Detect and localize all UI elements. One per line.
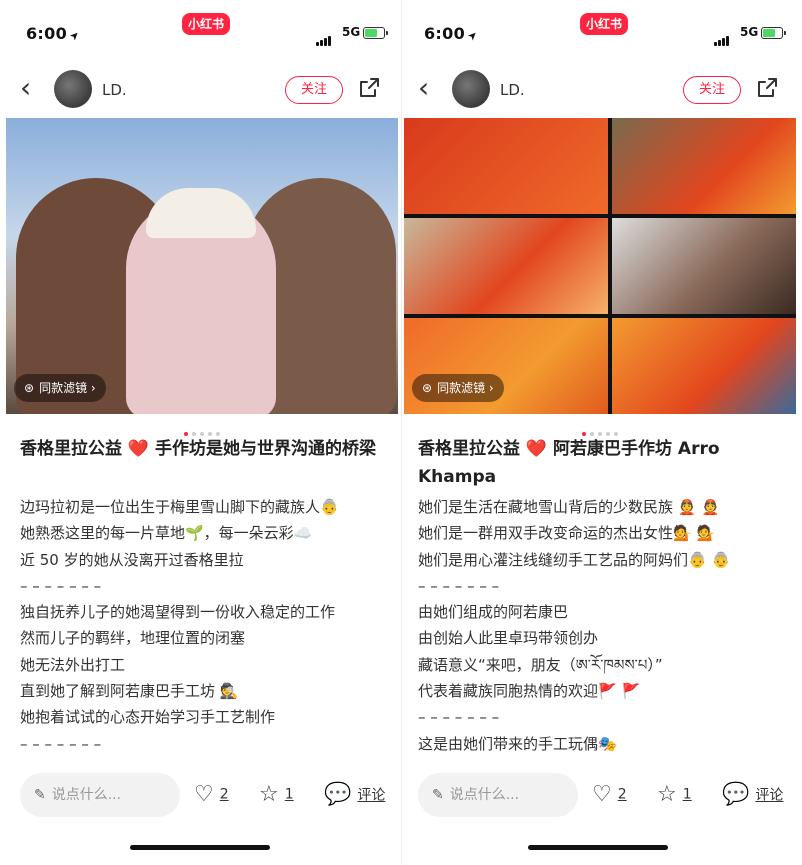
time-text: 6:00: [26, 24, 67, 43]
body-line: 她熟悉这里的每一片草地🌱，每一朵云彩☁️: [20, 524, 313, 543]
time-text: 6:00: [424, 24, 465, 43]
like-count: 2: [219, 786, 229, 803]
comment-placeholder: 说点什么...: [449, 787, 520, 803]
post-body: 边玛拉初是一位出生于梅里雪山脚下的藏族人👵 她熟悉这里的每一片草地🌱，每一朵云彩…: [20, 494, 380, 757]
post-body: 她们是生活在藏地雪山背后的少数民族 👲 👲 她们是一群用双手改变命运的杰出女性💁…: [418, 494, 778, 757]
same-filter-button[interactable]: ⊛ 同款滤镜 ›: [412, 374, 504, 402]
body-line: 她们是生活在藏地雪山背后的少数民族 👲 👲: [418, 498, 720, 516]
author-name[interactable]: LD.: [102, 81, 127, 99]
post-title: 香格里拉公益 ❤️ 手作坊是她与世界沟通的桥梁: [20, 439, 377, 459]
network-label: 5G: [342, 25, 361, 39]
post-title: 香格里拉公益 ❤️ 阿若康巴手作坊 Arro Khampa: [418, 439, 720, 487]
network-label: 5G: [740, 25, 759, 39]
body-line: 她们是一群用双手改变命运的杰出女性💁 💁: [418, 524, 716, 543]
body-line: 她无法外出打工: [20, 655, 126, 674]
same-filter-button[interactable]: ⊛ 同款滤镜 ›: [14, 374, 106, 402]
signal-icon: [714, 27, 730, 46]
status-time: 6:00➤: [424, 24, 481, 44]
body-line: 近 50 岁的她从没离开过香格里拉: [20, 550, 244, 569]
filter-icon: ⊛: [24, 381, 35, 395]
comment-button[interactable]: 💬 评论: [324, 782, 385, 807]
body-line: 她们是用心灌注线缝纫手工艺品的阿妈们👵 👵: [418, 550, 731, 569]
post-header: ‹ LD. 关注: [4, 60, 400, 118]
back-arrow-icon[interactable]: ‹: [418, 74, 429, 102]
comment-input[interactable]: ✎ 说点什么...: [418, 773, 578, 817]
body-line: 代表着藏族同胞热情的欢迎🚩 🚩: [418, 682, 641, 701]
body-line: 由她们组成的阿若康巴: [418, 603, 569, 622]
app-brand-badge: 小红书: [580, 13, 628, 35]
body-line: 独自抚养儿子的她渴望得到一份收入稳定的工作: [20, 603, 336, 622]
share-icon[interactable]: [755, 76, 779, 100]
post-image[interactable]: ⊛ 同款滤镜 ›: [6, 118, 398, 414]
chat-bubble-icon: 💬: [324, 782, 352, 807]
location-arrow-icon: ➤: [66, 27, 83, 44]
like-button[interactable]: ♡ 2: [592, 782, 627, 807]
pencil-icon: ✎: [34, 787, 46, 803]
home-indicator: [528, 845, 668, 850]
author-avatar[interactable]: [452, 70, 490, 108]
body-line: 她抱着试试的心态开始学习手工艺制作: [20, 708, 276, 727]
comment-input[interactable]: ✎ 说点什么...: [20, 773, 180, 817]
photo-handicraft-collage: [404, 118, 796, 414]
body-line: 藏语意义“来吧，朋友（ཨ་རོ་ཁམས་པ）”: [418, 655, 663, 674]
comment-label: 评论: [755, 787, 784, 804]
home-indicator: [130, 845, 270, 850]
body-line: 边玛拉初是一位出生于梅里雪山脚下的藏族人👵: [20, 498, 339, 516]
body-line: 然而儿子的羁绊，地理位置的闭塞: [20, 629, 246, 648]
collect-count: 1: [682, 786, 692, 803]
status-bar: 6:00➤ 小红书 5G: [402, 0, 798, 60]
share-icon[interactable]: [357, 76, 381, 100]
body-line: – – – – – – –: [418, 576, 500, 595]
status-bar: 6:00➤ 小红书 5G: [4, 0, 400, 60]
content-fade: [4, 752, 400, 768]
battery-icon: [761, 27, 786, 39]
comment-button[interactable]: 💬 评论: [722, 782, 783, 807]
content-fade: [402, 752, 798, 768]
comment-placeholder: 说点什么...: [51, 787, 122, 803]
body-line: 由创始人此里卓玛带领创办: [418, 629, 599, 648]
heart-icon: ♡: [194, 782, 214, 807]
like-button[interactable]: ♡ 2: [194, 782, 229, 807]
chat-bubble-icon: 💬: [722, 782, 750, 807]
like-count: 2: [617, 786, 627, 803]
author-name[interactable]: LD.: [500, 81, 525, 99]
collect-button[interactable]: ☆ 1: [259, 782, 294, 807]
phone-screen-1: 6:00➤ 小红书 5G ‹ LD. 关注 ⊛ 同款滤镜 › 香格里拉公益 ❤️ …: [4, 0, 400, 865]
author-avatar[interactable]: [54, 70, 92, 108]
filter-icon: ⊛: [422, 381, 433, 395]
phone-screen-2: 6:00➤ 小红书 5G ‹ LD. 关注 ⊛ 同款滤镜 › 香格里拉公益 ❤️ …: [401, 0, 798, 865]
star-icon: ☆: [259, 782, 279, 807]
body-line: 直到她了解到阿若康巴手工坊 🕵: [20, 682, 239, 701]
status-time: 6:00➤: [26, 24, 83, 44]
body-line: – – – – – – –: [20, 576, 102, 595]
signal-icon: [316, 27, 332, 46]
photo-women-and-child: [6, 118, 398, 414]
engagement-bar: ✎ 说点什么... ♡ 2 ☆ 1 💬 评论: [402, 768, 798, 828]
post-header: ‹ LD. 关注: [402, 60, 798, 118]
follow-button[interactable]: 关注: [683, 76, 741, 104]
engagement-bar: ✎ 说点什么... ♡ 2 ☆ 1 💬 评论: [4, 768, 400, 828]
battery-icon: [363, 27, 388, 39]
follow-button[interactable]: 关注: [285, 76, 343, 104]
back-arrow-icon[interactable]: ‹: [20, 74, 31, 102]
collect-button[interactable]: ☆ 1: [657, 782, 692, 807]
body-line: – – – – – – –: [418, 708, 500, 727]
comment-label: 评论: [357, 787, 386, 804]
collect-count: 1: [284, 786, 294, 803]
star-icon: ☆: [657, 782, 677, 807]
post-image[interactable]: ⊛ 同款滤镜 ›: [404, 118, 796, 414]
filter-label: 同款滤镜: [437, 381, 486, 395]
filter-label: 同款滤镜: [39, 381, 88, 395]
location-arrow-icon: ➤: [464, 27, 481, 44]
app-brand-badge: 小红书: [182, 13, 230, 35]
pencil-icon: ✎: [432, 787, 444, 803]
heart-icon: ♡: [592, 782, 612, 807]
